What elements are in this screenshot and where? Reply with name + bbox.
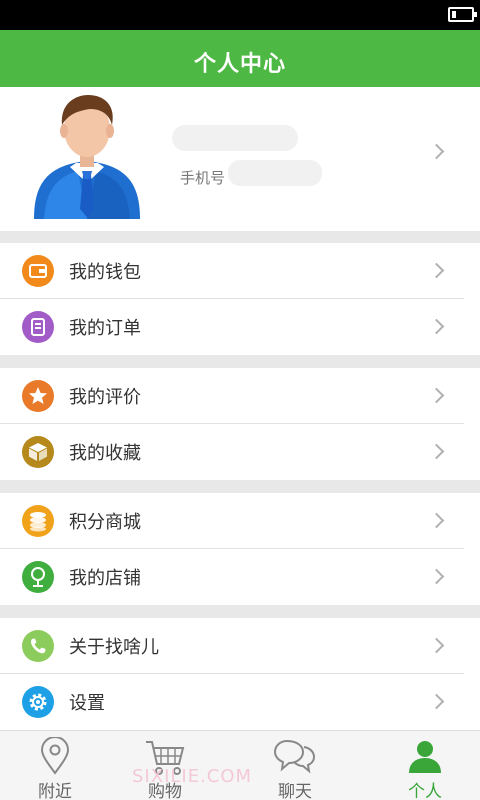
avatar: [28, 91, 146, 219]
chevron-right-icon: [428, 693, 445, 710]
chevron-right-icon: [428, 568, 445, 585]
menu-item-favorites[interactable]: 我的收藏: [0, 424, 480, 480]
gear-icon: [22, 686, 54, 718]
chat-bubbles-icon: [273, 739, 316, 774]
title-bar: 个人中心: [0, 30, 480, 87]
chevron-right-icon: [428, 637, 445, 654]
menu-item-label: 我的评价: [69, 387, 141, 408]
status-bar: [0, 0, 480, 30]
chevron-right-icon: [428, 443, 445, 460]
username-redacted: [172, 125, 298, 151]
battery-icon: [448, 7, 477, 22]
bottom-tab-bar: 附近 购物 聊天 个人: [0, 730, 480, 800]
watermark: SIXILIE.COM: [132, 766, 253, 787]
coins-icon: [22, 505, 54, 537]
chevron-right-icon: [428, 387, 445, 404]
tab-label: 个人: [408, 782, 442, 800]
menu-item-label: 我的收藏: [69, 443, 141, 464]
phone-icon: [22, 630, 54, 662]
profile-card[interactable]: 手机号: [0, 87, 480, 231]
tab-chat[interactable]: 聊天: [245, 731, 345, 800]
tab-label: 附近: [38, 782, 72, 800]
menu-item-reviews[interactable]: 我的评价: [0, 368, 480, 424]
chevron-right-icon: [428, 143, 445, 160]
menu-item-my-store[interactable]: 我的店铺: [0, 549, 480, 605]
phone-label: 手机号: [180, 169, 226, 187]
menu-item-label: 我的钱包: [69, 262, 141, 283]
tab-label: 聊天: [278, 782, 312, 800]
menu-item-about[interactable]: 关于找啥儿: [0, 618, 480, 674]
tab-nearby[interactable]: 附近: [5, 731, 105, 800]
map-pin-icon: [22, 561, 54, 593]
person-icon: [409, 741, 441, 773]
menu-item-wallet[interactable]: 我的钱包: [0, 243, 480, 299]
chevron-right-icon: [428, 318, 445, 335]
menu-item-orders[interactable]: 我的订单: [0, 299, 480, 355]
tab-profile[interactable]: 个人: [375, 731, 475, 800]
phone-number-redacted: [228, 160, 322, 186]
wallet-icon: [22, 255, 54, 287]
menu-group: 积分商城 我的店铺: [0, 493, 480, 605]
menu-item-label: 我的店铺: [69, 568, 141, 589]
chevron-right-icon: [428, 262, 445, 279]
order-icon: [22, 311, 54, 343]
menu-item-label: 我的订单: [69, 318, 141, 339]
menu-item-label: 关于找啥儿: [69, 637, 159, 658]
menu-item-label: 设置: [69, 693, 105, 714]
star-icon: [22, 380, 54, 412]
page-title: 个人中心: [193, 52, 286, 77]
location-pin-icon: [40, 737, 70, 775]
menu-item-points-mall[interactable]: 积分商城: [0, 493, 480, 549]
menu-item-label: 积分商城: [69, 512, 141, 533]
chevron-right-icon: [428, 512, 445, 529]
menu-group: 关于找啥儿 设置: [0, 618, 480, 730]
menu-group: 我的钱包 我的订单: [0, 243, 480, 355]
menu-group: 我的评价 我的收藏: [0, 368, 480, 480]
menu-item-settings[interactable]: 设置: [0, 674, 480, 730]
box-icon: [22, 436, 54, 468]
